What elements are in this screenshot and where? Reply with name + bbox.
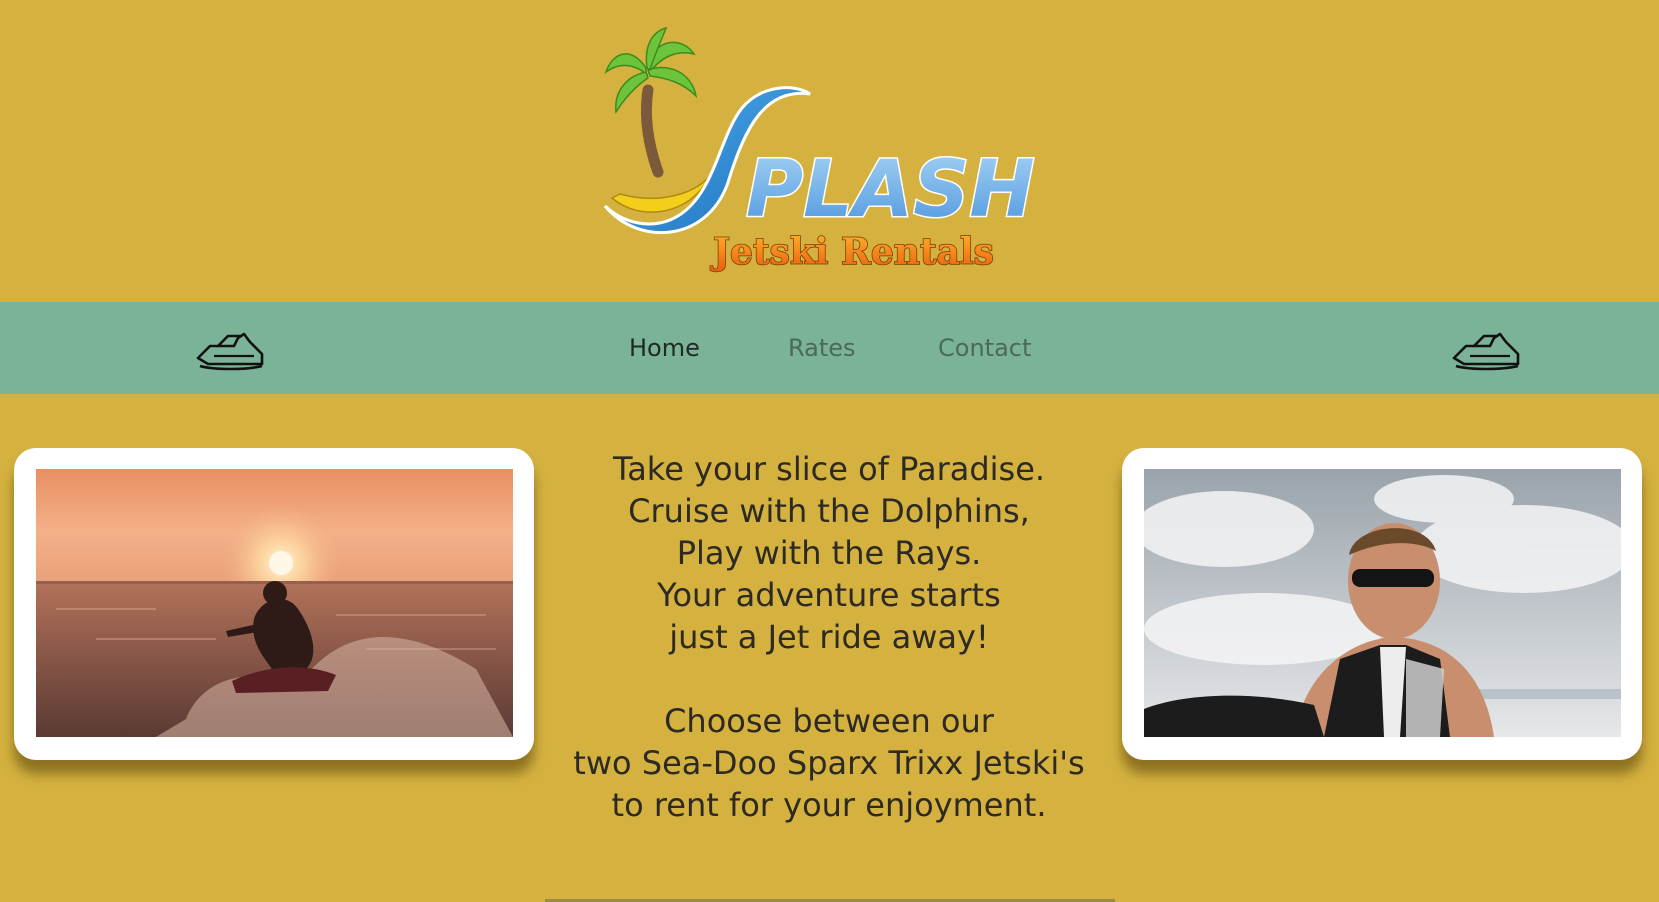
jetski-icon (194, 324, 266, 374)
tagline-line: Your adventure starts (657, 576, 1001, 614)
photo-card-rider (1122, 448, 1642, 760)
tagline-line: Choose between our (664, 702, 994, 740)
photo-card-sunset (14, 448, 534, 760)
logo-brand-text: PLASH (746, 145, 1035, 235)
nav-home-link[interactable]: Home (629, 333, 700, 363)
main-navbar: Home Rates Contact (0, 302, 1659, 394)
sunset-jetski-photo (36, 469, 513, 737)
nav-rates-link[interactable]: Rates (788, 333, 856, 363)
logo-graphic: PLASH Jetski Rentals (603, 26, 1036, 274)
rider-sunglasses-photo (1144, 469, 1621, 737)
tagline-line: Play with the Rays. (676, 534, 982, 572)
splash-logo[interactable]: PLASH Jetski Rentals (600, 26, 1050, 276)
tagline-line: to rent for your enjoyment. (611, 786, 1047, 824)
logo-subtitle-text: Jetski Rentals (710, 231, 994, 273)
tagline-line: Cruise with the Dolphins, (628, 492, 1030, 530)
tagline-line: Take your slice of Paradise. (612, 450, 1046, 488)
tagline-line: just a Jet ride away! (669, 618, 989, 656)
tagline-line: two Sea-Doo Sparx Trixx Jetski's (573, 744, 1085, 782)
nav-contact-link[interactable]: Contact (938, 333, 1031, 363)
hero-tagline: Take your slice of Paradise. Cruise with… (555, 448, 1103, 826)
jetski-icon (1450, 324, 1522, 374)
